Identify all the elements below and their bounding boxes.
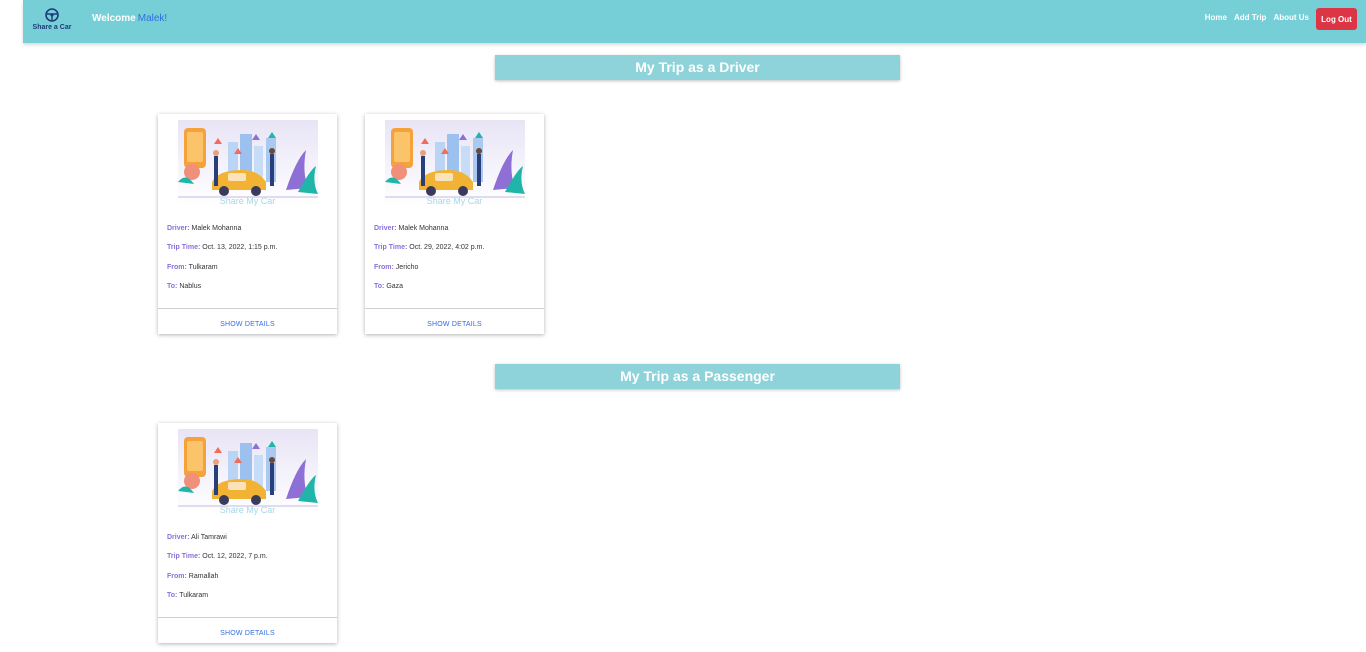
driver-label: Driver:: [167, 534, 190, 541]
brand-logo[interactable]: Share a Car: [29, 7, 75, 35]
car-sharing-illustration: [385, 120, 525, 206]
card-to-row: To: Tulkaram: [167, 592, 208, 599]
trip-time-value: Oct. 29, 2022, 4:02 p.m.: [409, 244, 485, 251]
trip-card: Share My Car Driver: Malek Mohanna Trip …: [158, 114, 337, 334]
driver-label: Driver:: [167, 225, 190, 232]
trip-time-label: Trip Time:: [167, 553, 201, 560]
from-label: From:: [374, 264, 394, 271]
driver-label: Driver:: [374, 225, 397, 232]
card-driver-row: Driver: Malek Mohanna: [167, 225, 241, 232]
steering-wheel-icon: [45, 8, 59, 22]
trip-time-value: Oct. 13, 2022, 1:15 p.m.: [202, 244, 278, 251]
card-to-row: To: Nablus: [167, 283, 201, 290]
card-driver-row: Driver: Malek Mohanna: [374, 225, 448, 232]
welcome-prefix: Welcome: [92, 13, 136, 24]
card-footer: SHOW DETAILS: [365, 308, 544, 334]
to-label: To:: [167, 283, 178, 290]
trip-time-label: Trip Time:: [374, 244, 408, 251]
card-caption: Share My Car: [426, 196, 483, 206]
to-value: Tulkaram: [179, 592, 209, 599]
to-value: Nablus: [179, 283, 202, 290]
nav-link-about-us[interactable]: About Us: [1273, 13, 1309, 22]
car-sharing-illustration: [178, 429, 318, 515]
nav-links: Home Add Trip About Us: [1205, 13, 1309, 22]
card-from-row: From: Ramallah: [167, 573, 218, 580]
card-time-row: Trip Time: Oct. 12, 2022, 7 p.m.: [167, 553, 268, 560]
from-value: Ramallah: [188, 573, 219, 580]
to-value: Gaza: [386, 283, 404, 290]
from-label: From:: [167, 264, 187, 271]
logout-button[interactable]: Log Out: [1316, 8, 1357, 30]
nav-link-home[interactable]: Home: [1205, 13, 1227, 22]
driver-section-title: My Trip as a Driver: [495, 55, 900, 80]
trip-time-value: Oct. 12, 2022, 7 p.m.: [202, 553, 268, 560]
card-from-row: From: Tulkaram: [167, 264, 218, 271]
passenger-section-title: My Trip as a Passenger: [495, 364, 900, 389]
trip-card: Share My Car Driver: Malek Mohanna Trip …: [365, 114, 544, 334]
driver-value: Malek Mohanna: [398, 225, 449, 232]
show-details-link[interactable]: SHOW DETAILS: [220, 630, 275, 637]
brand-label: Share a Car: [32, 24, 72, 31]
card-time-row: Trip Time: Oct. 29, 2022, 4:02 p.m.: [374, 244, 484, 251]
card-time-row: Trip Time: Oct. 13, 2022, 1:15 p.m.: [167, 244, 277, 251]
card-footer: SHOW DETAILS: [158, 617, 337, 643]
card-caption: Share My Car: [219, 505, 276, 515]
show-details-link[interactable]: SHOW DETAILS: [220, 321, 275, 328]
to-label: To:: [374, 283, 385, 290]
driver-value: Ali Tamrawi: [191, 534, 227, 541]
card-from-row: From: Jericho: [374, 264, 418, 271]
trip-card: Share My Car Driver: Ali Tamrawi Trip Ti…: [158, 423, 337, 643]
car-sharing-illustration: [178, 120, 318, 206]
show-details-link[interactable]: SHOW DETAILS: [427, 321, 482, 328]
trip-time-label: Trip Time:: [167, 244, 201, 251]
nav-link-add-trip[interactable]: Add Trip: [1234, 13, 1266, 22]
welcome-message: Welcome Malek!: [92, 13, 167, 24]
from-value: Tulkaram: [188, 264, 218, 271]
navbar: Share a Car Welcome Malek! Home Add Trip …: [23, 0, 1366, 43]
from-value: Jericho: [395, 264, 419, 271]
driver-value: Malek Mohanna: [191, 225, 242, 232]
to-label: To:: [167, 592, 178, 599]
card-to-row: To: Gaza: [374, 283, 403, 290]
from-label: From:: [167, 573, 187, 580]
welcome-username: Malek!: [137, 13, 168, 24]
card-caption: Share My Car: [219, 196, 276, 206]
card-footer: SHOW DETAILS: [158, 308, 337, 334]
card-driver-row: Driver: Ali Tamrawi: [167, 534, 227, 541]
